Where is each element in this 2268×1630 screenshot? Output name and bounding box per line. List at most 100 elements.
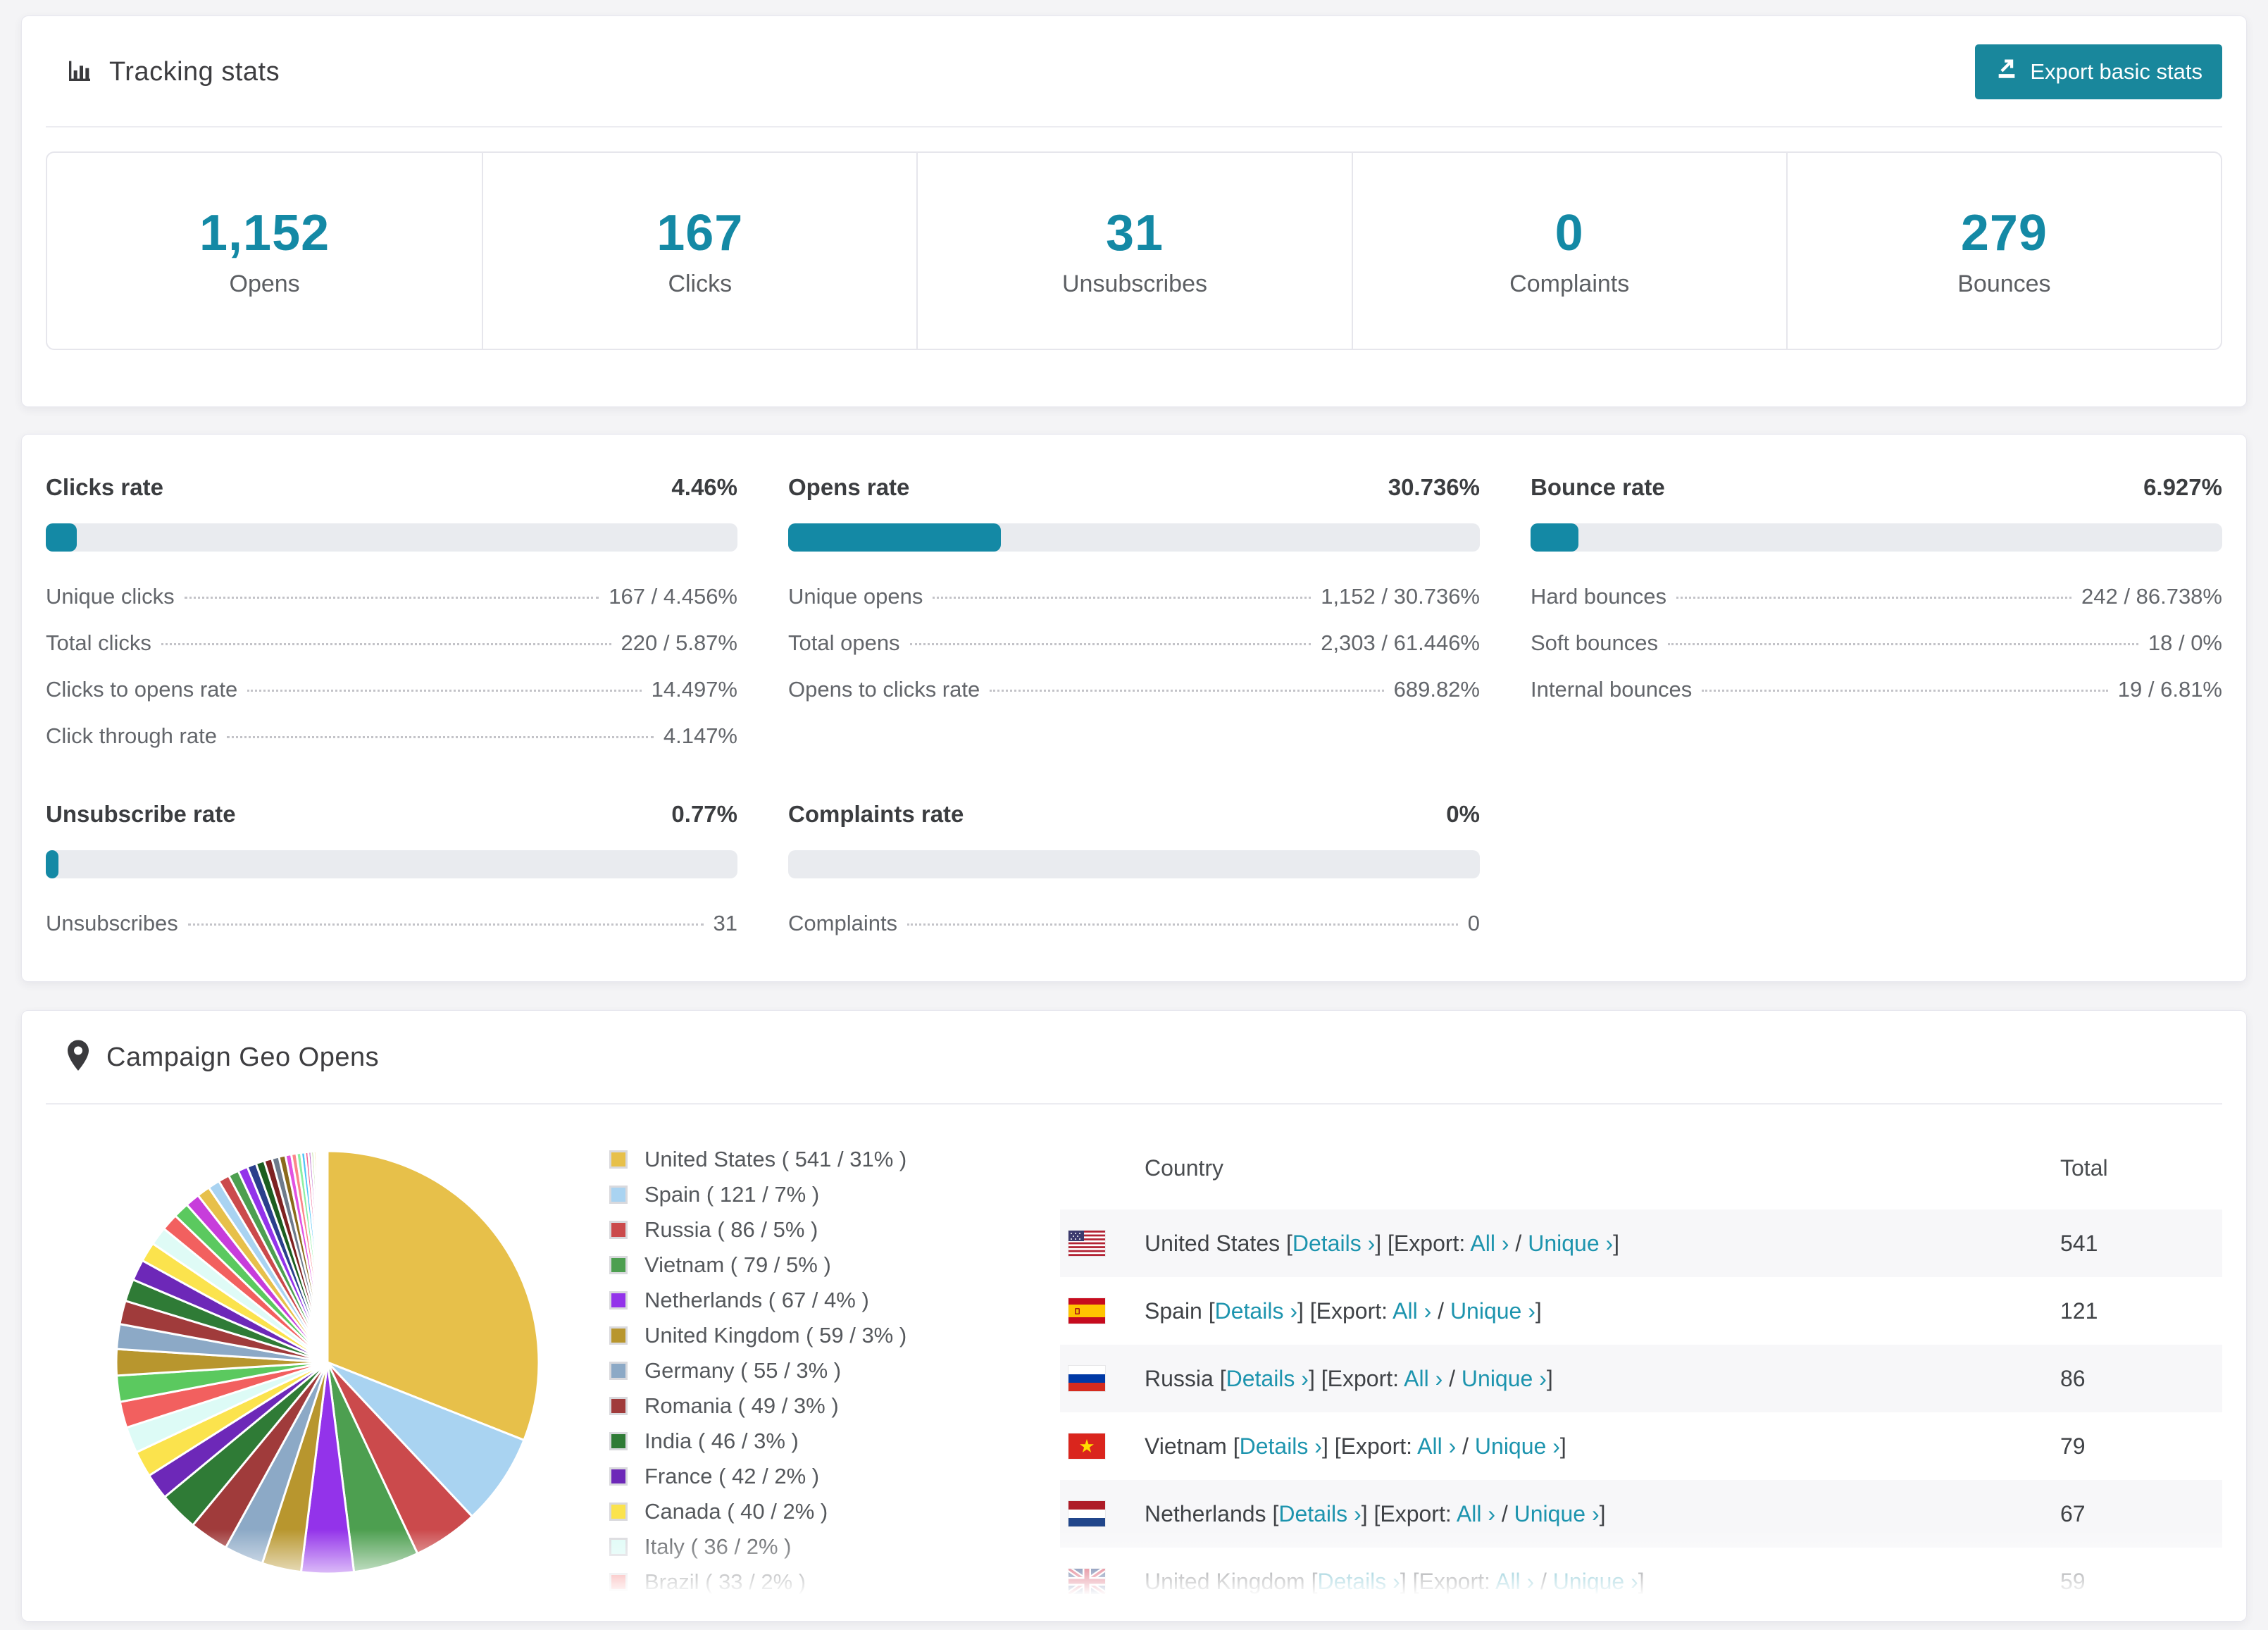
dotted-leader <box>188 923 704 926</box>
link[interactable]: Details › <box>1278 1501 1361 1526</box>
legend-item-canada: Canada ( 40 / 2% ) <box>609 1499 1032 1524</box>
rate-progress-bar <box>46 523 737 552</box>
link[interactable]: Unique › <box>1462 1366 1547 1391</box>
rate-progress-bar <box>46 850 737 878</box>
legend-item-germany: Germany ( 55 / 3% ) <box>609 1358 1032 1383</box>
dotted-leader <box>907 923 1458 926</box>
detail-value: 167 / 4.456% <box>609 584 737 609</box>
rates-card: Clicks rate4.46%Unique clicks167 / 4.456… <box>21 434 2247 982</box>
stat-value: 1,152 <box>199 204 330 262</box>
country-name: Spain <box>1145 1298 1202 1324</box>
rate-detail-row: Click through rate4.147% <box>46 723 737 749</box>
stat-cell-complaints: 0Complaints <box>1352 153 1786 349</box>
map-pin-icon <box>66 1039 91 1076</box>
nl-flag-icon <box>1060 1501 1145 1526</box>
detail-value: 14.497% <box>652 677 737 702</box>
geo-opens-title: Campaign Geo Opens <box>106 1043 379 1073</box>
legend-swatch <box>609 1503 628 1521</box>
export-basic-stats-button[interactable]: Export basic stats <box>1975 44 2222 99</box>
rate-detail-row: Unique opens 1,152 / 30.736% <box>788 584 1480 609</box>
detail-label: Total opens <box>788 630 900 656</box>
rate-progress-fill <box>46 850 58 878</box>
dotted-leader <box>1668 643 2138 645</box>
dotted-leader <box>247 690 641 692</box>
link[interactable]: All › <box>1457 1501 1495 1526</box>
legend-swatch <box>609 1538 628 1556</box>
export-button-label: Export basic stats <box>2030 59 2202 85</box>
rate-detail-row: Total clicks 220 / 5.87% <box>46 630 737 656</box>
es-flag-icon <box>1060 1298 1145 1324</box>
legend-item-russia: Russia ( 86 / 5% ) <box>609 1217 1032 1243</box>
total-cell: 59 <box>2060 1569 2222 1595</box>
legend-label: Italy ( 36 / 2% ) <box>644 1534 791 1560</box>
stat-cell-unsubscribes: 31Unsubscribes <box>916 153 1351 349</box>
rate-progress-bar <box>1531 523 2222 552</box>
rate-panel-bounce-rate: Bounce rate6.927%Hard bounces242 / 86.73… <box>1531 474 2222 749</box>
link[interactable]: All › <box>1404 1366 1443 1391</box>
legend-swatch <box>609 1432 628 1450</box>
link[interactable]: Unique › <box>1475 1433 1560 1459</box>
detail-label: Soft bounces <box>1531 630 1658 656</box>
rate-detail-row: Clicks to opens rate14.497% <box>46 677 737 702</box>
country-name: Netherlands <box>1145 1501 1266 1526</box>
stat-cell-bounces: 279Bounces <box>1786 153 2221 349</box>
country-name: Vietnam <box>1145 1433 1227 1459</box>
link[interactable]: Unique › <box>1450 1298 1535 1324</box>
rate-progress-fill <box>46 523 77 552</box>
legend-label: Romania ( 49 / 3% ) <box>644 1393 839 1419</box>
rate-title: Opens rate <box>788 474 909 501</box>
legend-item-south-africa: South Africa ( 29 / 2% ) <box>609 1605 1032 1622</box>
link[interactable]: All › <box>1417 1433 1456 1459</box>
rate-progress-fill <box>788 523 1001 552</box>
detail-value: 0 <box>1468 911 1480 936</box>
detail-label: Unique opens <box>788 584 923 609</box>
table-row-united-kingdom: United Kingdom [Details ›] [Export: All … <box>1060 1548 2222 1615</box>
detail-label: Complaints <box>788 911 897 936</box>
link[interactable]: All › <box>1495 1569 1534 1594</box>
link[interactable]: Details › <box>1240 1433 1322 1459</box>
vn-flag-icon <box>1060 1433 1145 1459</box>
detail-value: 1,152 / 30.736% <box>1321 584 1480 609</box>
link[interactable]: Unique › <box>1514 1501 1600 1526</box>
legend-label: India ( 46 / 3% ) <box>644 1429 799 1454</box>
link[interactable]: Details › <box>1226 1366 1309 1391</box>
legend-swatch <box>609 1326 628 1345</box>
legend-label: United States ( 541 / 31% ) <box>644 1147 906 1172</box>
stat-label: Unsubscribes <box>1062 270 1207 298</box>
dotted-leader <box>185 597 599 599</box>
country-cell: Netherlands [Details ›] [Export: All › /… <box>1145 1501 2060 1527</box>
rate-value: 4.46% <box>671 474 737 501</box>
dotted-leader <box>1702 690 2108 692</box>
link[interactable]: Details › <box>1317 1569 1400 1594</box>
rate-detail-row: Unsubscribes31 <box>46 911 737 936</box>
rate-title: Unsubscribe rate <box>46 801 236 828</box>
rate-panel-complaints-rate: Complaints rate0%Complaints0 <box>788 801 1480 936</box>
rate-title: Bounce rate <box>1531 474 1665 501</box>
rate-value: 0% <box>1446 801 1480 828</box>
link[interactable]: Details › <box>1292 1231 1375 1256</box>
link[interactable]: Unique › <box>1528 1231 1613 1256</box>
stat-cell-clicks: 167Clicks <box>482 153 916 349</box>
stat-label: Clicks <box>668 270 732 298</box>
total-cell: 79 <box>2060 1433 2222 1460</box>
legend-item-france: France ( 42 / 2% ) <box>609 1464 1032 1489</box>
rate-progress-bar <box>788 523 1480 552</box>
country-name: United States <box>1145 1231 1280 1256</box>
stat-cell-opens: 1,152Opens <box>47 153 482 349</box>
detail-label: Total clicks <box>46 630 151 656</box>
link[interactable]: Details › <box>1215 1298 1297 1324</box>
detail-label: Unsubscribes <box>46 911 178 936</box>
link[interactable]: All › <box>1470 1231 1509 1256</box>
rate-panel-opens-rate: Opens rate30.736%Unique opens1,152 / 30.… <box>788 474 1480 749</box>
rate-panel-clicks-rate: Clicks rate4.46%Unique clicks167 / 4.456… <box>46 474 737 749</box>
link[interactable]: Unique › <box>1553 1569 1638 1594</box>
detail-value: 220 / 5.87% <box>621 630 737 656</box>
tracking-stats-card: Tracking stats Export basic stats 1,152O… <box>21 15 2247 407</box>
tracking-stats-title: Tracking stats <box>109 57 280 87</box>
legend-item-brazil: Brazil ( 33 / 2% ) <box>609 1569 1032 1595</box>
legend-swatch <box>609 1362 628 1380</box>
dotted-leader <box>1676 597 2071 599</box>
detail-value: 242 / 86.738% <box>2081 584 2222 609</box>
legend-swatch <box>609 1467 628 1486</box>
link[interactable]: All › <box>1392 1298 1431 1324</box>
